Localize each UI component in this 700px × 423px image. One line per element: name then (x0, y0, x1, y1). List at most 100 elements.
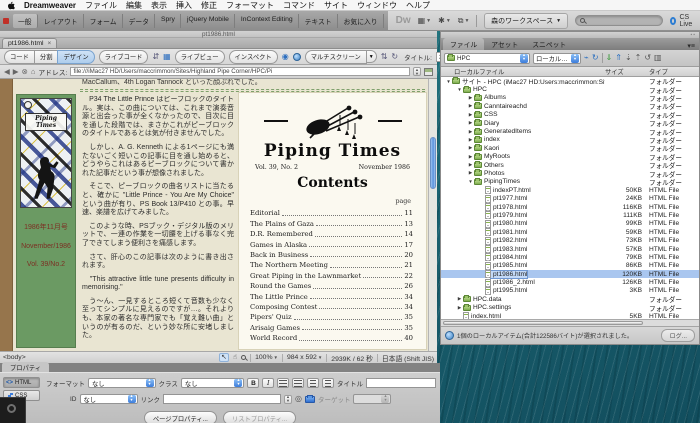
insert-tab[interactable]: お気に入り (339, 13, 384, 28)
site-select[interactable]: HPC ▲ ▼ (444, 52, 530, 64)
cs-live[interactable]: CS Live (670, 14, 694, 28)
zoom-level[interactable]: 100% ▼ (255, 354, 278, 361)
id-select[interactable]: なし ▲ ▼ (79, 394, 138, 404)
toc-entry[interactable]: World Record 40 (250, 332, 413, 342)
toc-entry[interactable]: Composing Contest 34 (250, 301, 413, 311)
inspect-button[interactable]: インスペクト (228, 49, 278, 64)
select-tool-icon[interactable]: ↖ (218, 353, 229, 362)
menu-item[interactable]: サイト (324, 0, 348, 11)
panel-tab-snippets[interactable]: スニペット (525, 38, 573, 50)
preview-in-browser-icon[interactable] (292, 52, 301, 61)
toc-entry[interactable]: Pipers' Quiz 35 (250, 311, 413, 321)
file-row[interactable]: pt1986.html 120KB HTML File (441, 269, 699, 279)
toc-entry[interactable]: D.R. Remembered 14 (250, 228, 413, 238)
file-row[interactable]: index.html 5KB HTML File (441, 312, 699, 319)
browser-compat-icon[interactable]: ▦ (163, 52, 171, 61)
file-management-icon[interactable]: ⇅ (381, 52, 388, 61)
disclosure-closed-icon[interactable]: ▶ (467, 137, 474, 143)
ordered-list-button[interactable] (292, 378, 305, 388)
design-view-button[interactable]: デザイン (57, 49, 95, 64)
canvas-vertical-scrollbar[interactable] (428, 79, 437, 351)
page-properties-button[interactable]: ページプロパティ... (143, 411, 217, 423)
scrollbar-thumb[interactable] (430, 137, 436, 189)
property-tab[interactable]: プロパティ (2, 362, 50, 372)
close-tab-icon[interactable]: × (48, 40, 52, 47)
insert-tab[interactable]: データ (124, 13, 155, 28)
file-row[interactable]: pt1980.html 99KB HTML File (441, 219, 699, 228)
file-row[interactable]: pt1981.html 59KB HTML File (441, 228, 699, 237)
insert-tab[interactable]: InContext Editing (236, 13, 299, 28)
expand-panel-icon[interactable]: ▥ (654, 54, 662, 62)
tag-selector[interactable]: <body> (3, 354, 26, 361)
view-select[interactable]: ローカル… ▲ ▼ (533, 52, 581, 64)
link-input[interactable] (163, 394, 281, 404)
design-canvas[interactable]: MacCallum、4th Logan Tannock といった顔ぶれでした。 … (0, 79, 437, 351)
document-tab[interactable]: pt1986.html × (2, 38, 58, 48)
format-select[interactable]: なし ▲ ▼ (88, 378, 156, 388)
refresh-files-icon[interactable]: ↻ (592, 54, 599, 62)
back-icon[interactable]: ◀ (4, 68, 10, 76)
insert-tab[interactable]: テキスト (300, 13, 338, 28)
files-column-headers[interactable]: ローカルファイル サイズ タイプ (441, 67, 699, 77)
file-row[interactable]: pt1985.html 86KB HTML File (441, 261, 699, 270)
file-row[interactable]: ▶ HPC.settings フォルダー (441, 303, 699, 313)
disclosure-open-icon[interactable]: ▼ (456, 87, 463, 92)
disclosure-closed-icon[interactable]: ▶ (467, 145, 474, 151)
file-row[interactable]: pt1982.html 73KB HTML File (441, 236, 699, 245)
disclosure-closed-icon[interactable]: ▶ (467, 129, 474, 135)
live-view-button[interactable]: ライブビュー (174, 49, 225, 64)
split-view-button[interactable]: 分割 (33, 49, 58, 64)
file-row[interactable]: pt1978.html 116KB HTML File (441, 203, 699, 212)
point-to-file-icon[interactable]: ◎ (295, 395, 302, 403)
validate-icon[interactable]: ◉ (282, 52, 289, 61)
disclosure-closed-icon[interactable]: ▶ (467, 95, 474, 101)
menu-app-name[interactable]: Dreamweaver (24, 1, 76, 10)
panel-tab-files[interactable]: ファイル (443, 38, 485, 50)
check-in-icon[interactable]: ⇡ (635, 54, 642, 62)
menu-item[interactable]: コマンド (283, 0, 315, 11)
workspace-switcher[interactable]: 森のワークスペース ▼ (484, 12, 569, 29)
search-input[interactable] (588, 17, 677, 24)
file-row[interactable]: pt1979.html 111KB HTML File (441, 211, 699, 220)
html-mode-button[interactable]: <> HTML (3, 377, 40, 388)
menu-item[interactable]: ウィンドウ (357, 0, 397, 11)
menu-item[interactable]: ヘルプ (406, 0, 430, 11)
disclosure-closed-icon[interactable]: ▶ (467, 120, 474, 126)
put-files-icon[interactable]: ⇑ (615, 54, 622, 62)
synchronize-icon[interactable]: ↺ (644, 54, 651, 62)
multiscreen-button[interactable]: マルチスクリーン (304, 49, 367, 64)
get-files-icon[interactable]: ⇓ (606, 54, 613, 62)
scrollbar-thumb[interactable] (443, 321, 643, 325)
panel-tab-assets[interactable]: アセット (484, 38, 525, 50)
toc-entry[interactable]: Arisaig Games 35 (250, 321, 413, 332)
menu-item[interactable]: フォーマット (226, 0, 274, 11)
toc-entry[interactable]: Round the Games 26 (250, 280, 413, 290)
insert-tab[interactable]: レイアウト (39, 13, 84, 28)
connect-icon[interactable]: ⌁ (584, 54, 589, 62)
menu-item[interactable]: 挿入 (176, 0, 192, 11)
unordered-list-button[interactable] (277, 378, 290, 388)
window-size[interactable]: 984 x 592 ▼ (287, 354, 322, 361)
toc-entry[interactable]: Great Piping in the Lawnmarket 22 (250, 269, 413, 280)
refresh-icon[interactable]: ↻ (391, 52, 398, 61)
toc-entry[interactable]: The Northern Meeting 21 (250, 259, 413, 269)
browse-folder-icon[interactable] (304, 394, 315, 403)
italic-button[interactable]: I (262, 378, 275, 388)
file-row[interactable]: pt1984.html 79KB HTML File (441, 253, 699, 262)
layout-switcher-icon[interactable]: ▦ ▼ (418, 16, 432, 25)
home-icon[interactable]: ⌂ (31, 68, 36, 76)
insert-tab[interactable]: Spry (156, 13, 181, 28)
check-out-icon[interactable]: ⇣ (625, 54, 632, 62)
menu-item[interactable]: ファイル (85, 0, 117, 11)
log-button[interactable]: ログ... (661, 329, 695, 342)
code-view-button[interactable]: コード (4, 49, 34, 64)
menu-item[interactable]: 修正 (201, 0, 217, 11)
toc-entry[interactable]: Back in Business 20 (250, 249, 413, 259)
disclosure-open-icon[interactable]: ▼ (467, 179, 474, 184)
menu-item[interactable]: 編集 (126, 0, 142, 11)
code-navigator-icon[interactable]: ⇵ (152, 52, 159, 61)
title-field-input[interactable] (365, 378, 436, 388)
toc-entry[interactable]: The Little Prince 34 (250, 290, 413, 301)
site-menu-icon[interactable]: ⧉ ▼ (458, 16, 470, 26)
toc-entry[interactable]: The Plains of Gaza 13 (250, 217, 413, 228)
